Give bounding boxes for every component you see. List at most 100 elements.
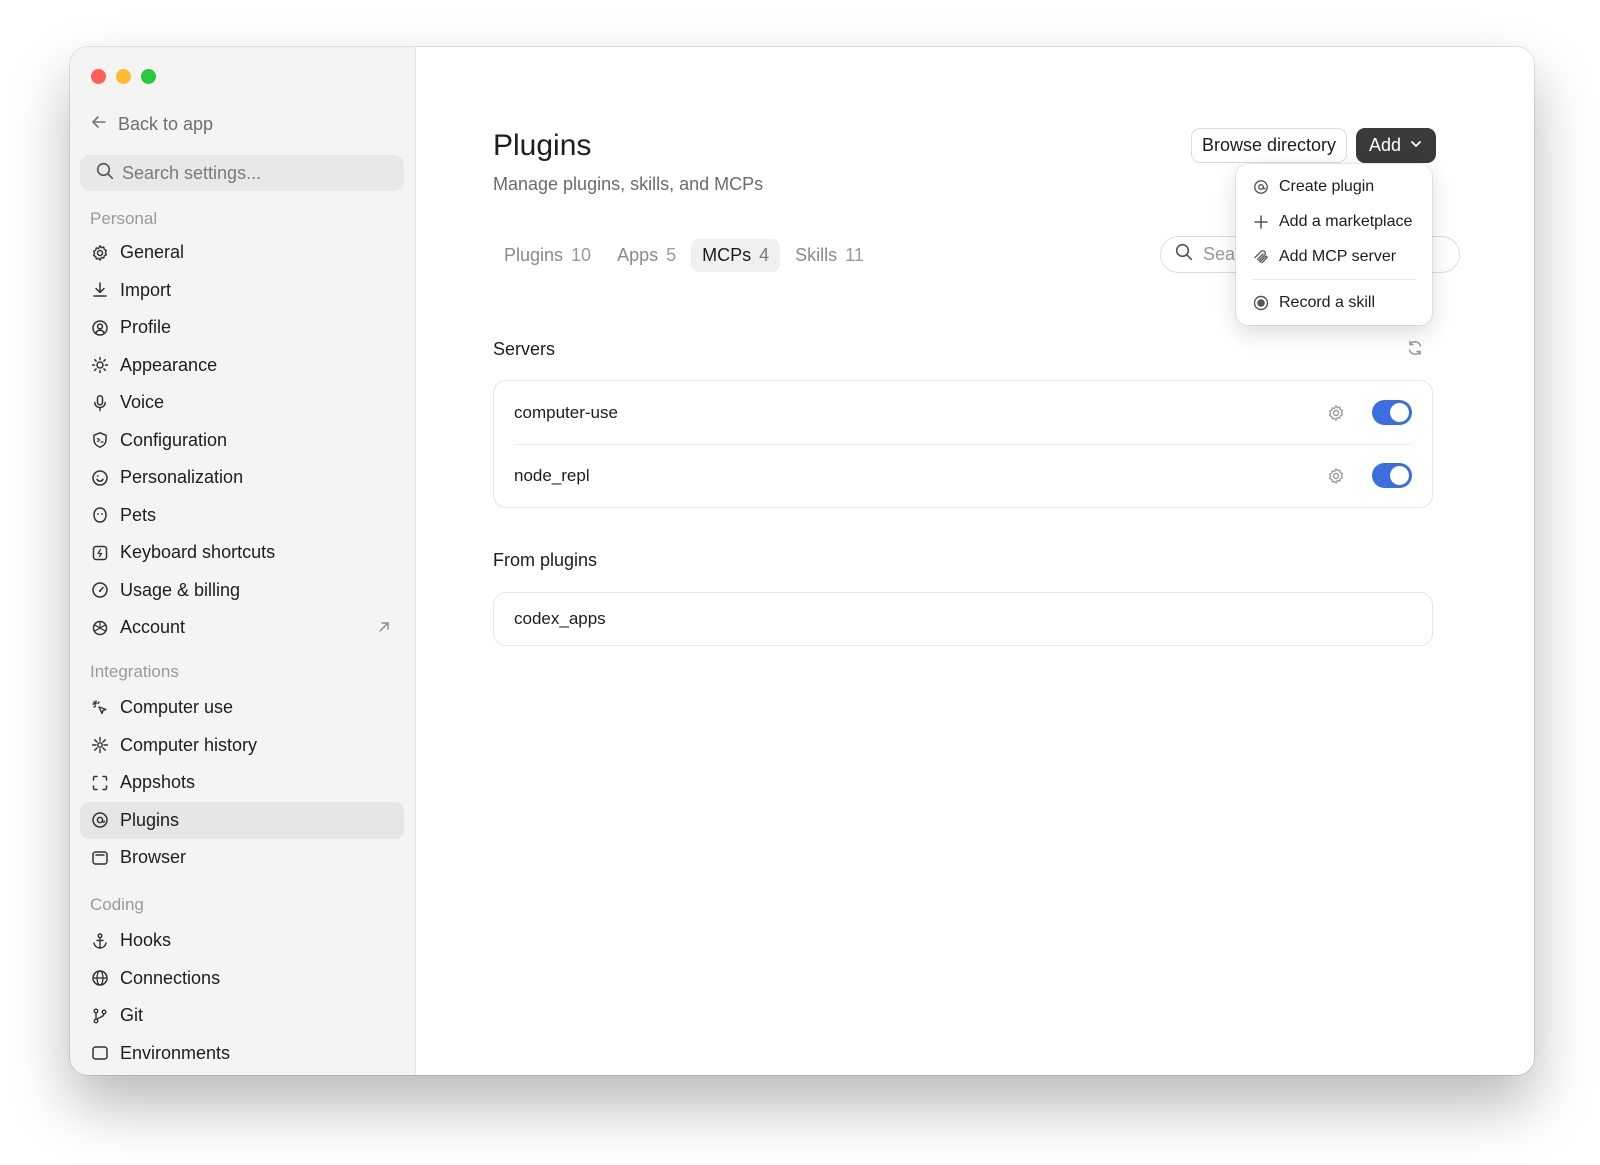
sidebar-item-label: Browser (120, 847, 187, 868)
main-content: Plugins Manage plugins, skills, and MCPs… (416, 47, 1534, 1075)
record-icon (1252, 295, 1270, 311)
server-enable-toggle[interactable] (1372, 463, 1412, 488)
menu-item-add-mcp-server[interactable]: Add MCP server (1236, 239, 1432, 274)
plugin-server-name: codex_apps (514, 609, 606, 628)
zoom-window-button[interactable] (141, 69, 156, 84)
menu-separator (1252, 279, 1416, 280)
from-plugins-heading: From plugins (493, 550, 598, 570)
sidebar-item-appshots[interactable]: Appshots (80, 764, 404, 802)
back-to-app-link[interactable]: Back to app (90, 113, 213, 136)
menu-item-label: Record a skill (1279, 293, 1376, 311)
sidebar-item-label: Personalization (120, 467, 244, 488)
sidebar-item-configuration[interactable]: Configuration (80, 422, 404, 460)
tab-count: 4 (759, 245, 770, 265)
sidebar-item-general[interactable]: General (80, 234, 404, 272)
section-title-coding: Coding (90, 895, 144, 914)
back-to-app-label: Back to app (118, 114, 214, 134)
sidebar-item-label: Account (120, 617, 186, 638)
menu-item-record-skill[interactable]: Record a skill (1236, 285, 1432, 320)
personal-nav: General Import Profile Appearance Voice … (80, 234, 404, 647)
section-title-integrations: Integrations (90, 662, 179, 681)
window-icon (90, 1043, 110, 1063)
sidebar-item-plugins[interactable]: Plugins (80, 801, 404, 839)
menu-item-create-plugin[interactable]: Create plugin (1236, 169, 1432, 204)
gear-icon[interactable] (1327, 466, 1347, 486)
server-enable-toggle[interactable] (1372, 400, 1412, 425)
menu-item-label: Add MCP server (1279, 247, 1397, 265)
sun-icon (90, 355, 110, 375)
sidebar-item-label: Appshots (120, 772, 196, 793)
minimize-window-button[interactable] (116, 69, 131, 84)
sidebar-item-label: Configuration (120, 429, 228, 450)
sidebar-item-computer-use[interactable]: Computer use (80, 689, 404, 727)
tab-plugins[interactable]: Plugins 10 (493, 239, 602, 272)
refresh-icon[interactable] (1406, 339, 1424, 362)
sidebar-item-pets[interactable]: Pets (80, 497, 404, 535)
close-window-button[interactable] (91, 69, 106, 84)
server-row: node_repl (494, 444, 1432, 507)
coding-nav: Hooks Connections Git Environments (80, 922, 404, 1072)
sidebar-item-label: Connections (120, 967, 221, 988)
tab-mcps[interactable]: MCPs 4 (691, 239, 781, 272)
menu-item-label: Add a marketplace (1279, 212, 1413, 230)
page-subtitle: Manage plugins, skills, and MCPs (493, 174, 764, 194)
sidebar-item-label: Computer use (120, 697, 234, 718)
settings-search-input[interactable] (122, 162, 382, 184)
gear-icon[interactable] (1327, 403, 1347, 423)
sidebar-item-label: Computer history (120, 734, 258, 755)
tab-skills[interactable]: Skills 11 (784, 239, 875, 272)
tab-label: MCPs (702, 245, 752, 265)
sidebar-item-import[interactable]: Import (80, 272, 404, 310)
page-title: Plugins (493, 129, 592, 162)
gear-icon (90, 243, 110, 263)
add-button-label: Add (1368, 135, 1402, 155)
search-icon (1175, 243, 1193, 266)
sidebar-item-label: Git (120, 1005, 144, 1026)
sidebar-item-account[interactable]: Account (80, 609, 404, 647)
tab-count: 11 (845, 245, 864, 265)
sidebar-item-profile[interactable]: Profile (80, 309, 404, 347)
sidebar-item-label: Import (120, 279, 172, 300)
sidebar-item-usage-billing[interactable]: Usage & billing (80, 572, 404, 610)
sidebar-item-connections[interactable]: Connections (80, 960, 404, 998)
tab-apps[interactable]: Apps 5 (606, 239, 687, 272)
anchor-icon (90, 931, 110, 951)
add-button[interactable]: Add (1356, 128, 1436, 163)
keyboard-icon (90, 543, 110, 563)
sidebar-item-environments[interactable]: Environments (80, 1035, 404, 1073)
branch-icon (90, 1006, 110, 1026)
configuration-icon (90, 430, 110, 450)
menu-item-add-marketplace[interactable]: Add a marketplace (1236, 204, 1432, 239)
settings-search[interactable] (80, 155, 404, 191)
chevron-down-icon (1409, 135, 1423, 156)
server-row: computer-use (494, 381, 1432, 444)
browser-icon (90, 848, 110, 868)
sidebar-item-voice[interactable]: Voice (80, 384, 404, 422)
sidebar-item-hooks[interactable]: Hooks (80, 922, 404, 960)
sidebar: Back to app Personal General Import Prof… (70, 47, 416, 1075)
server-name: computer-use (514, 402, 618, 422)
servers-card: computer-use node_repl (493, 380, 1433, 508)
plugin-server-row[interactable]: codex_apps (494, 593, 1432, 645)
sidebar-item-git[interactable]: Git (80, 997, 404, 1035)
sidebar-item-appearance[interactable]: Appearance (80, 347, 404, 385)
sparkle-icon (90, 735, 110, 755)
sidebar-item-label: Environments (120, 1042, 231, 1063)
tab-bar: Plugins 10 Apps 5 MCPs 4 Skills 11 (493, 239, 875, 272)
external-link-icon (376, 619, 392, 640)
section-title-personal: Personal (90, 209, 158, 228)
sidebar-item-browser[interactable]: Browser (80, 839, 404, 877)
sidebar-item-label: Plugins (120, 809, 180, 830)
plus-icon (1252, 214, 1270, 230)
arrow-left-icon (90, 113, 108, 136)
download-icon (90, 280, 110, 300)
sidebar-item-keyboard-shortcuts[interactable]: Keyboard shortcuts (80, 534, 404, 572)
from-plugins-card: codex_apps (493, 592, 1433, 646)
capture-icon (90, 773, 110, 793)
browse-directory-button[interactable]: Browse directory (1191, 128, 1348, 163)
search-icon (96, 162, 114, 185)
sidebar-item-computer-history[interactable]: Computer history (80, 727, 404, 765)
microphone-icon (90, 393, 110, 413)
sidebar-item-personalization[interactable]: Personalization (80, 459, 404, 497)
tab-count: 10 (571, 245, 592, 265)
